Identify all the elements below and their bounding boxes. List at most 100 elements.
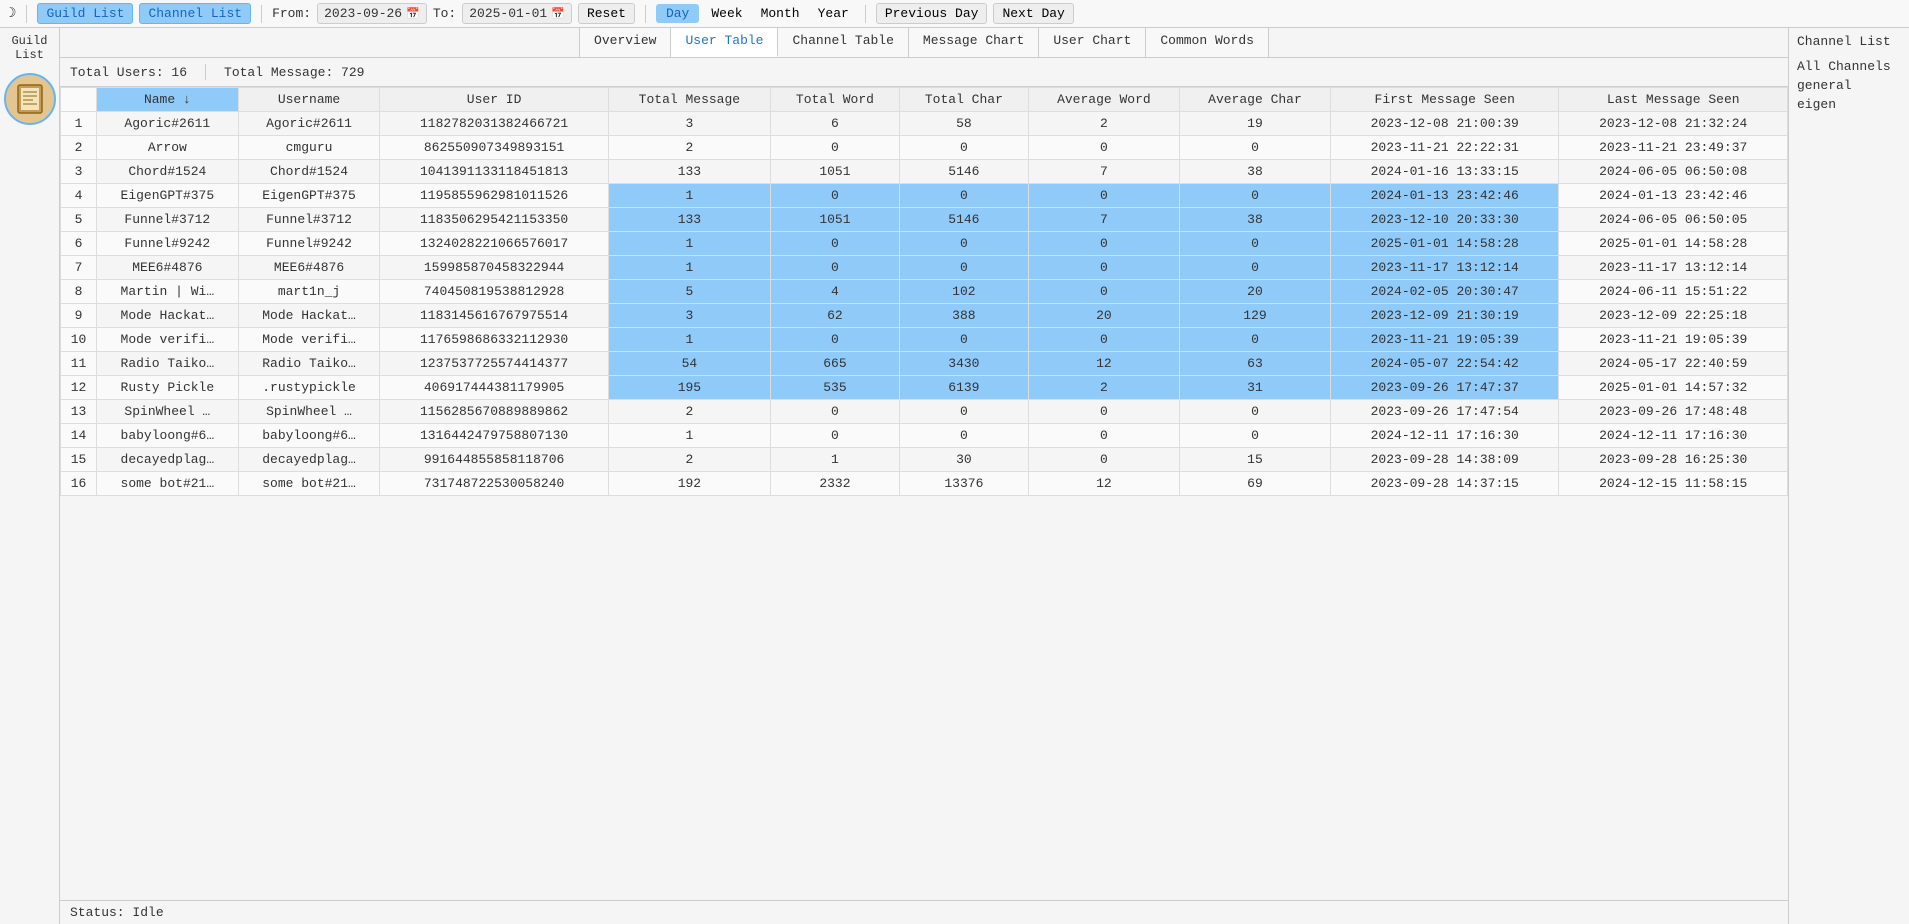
- cell-first-seen: 2025-01-01 14:58:28: [1331, 232, 1559, 256]
- cell-avg-word: 0: [1028, 256, 1179, 280]
- cell-total-word: 1051: [770, 160, 899, 184]
- cell-total-char: 0: [899, 256, 1028, 280]
- table-row[interactable]: 6Funnel#9242Funnel#924213240282210665760…: [61, 232, 1788, 256]
- guild-list-button[interactable]: Guild List: [37, 3, 133, 24]
- week-button[interactable]: Week: [705, 4, 748, 23]
- from-date-input[interactable]: 2023-09-26📅: [317, 3, 427, 24]
- col-first-seen[interactable]: First Message Seen: [1331, 88, 1559, 112]
- reset-button[interactable]: Reset: [578, 3, 635, 24]
- cell-total-char: 0: [899, 136, 1028, 160]
- next-day-button[interactable]: Next Day: [993, 3, 1073, 24]
- cell-total-word: 6: [770, 112, 899, 136]
- cell-user-id: 1182782031382466721: [380, 112, 608, 136]
- tabs-row: Overview User Table Channel Table Messag…: [60, 28, 1788, 58]
- cell-total-message: 195: [608, 376, 770, 400]
- cell-name: Mode Hackat…: [97, 304, 239, 328]
- col-total-word[interactable]: Total Word: [770, 88, 899, 112]
- cell-name: babyloong#6…: [97, 424, 239, 448]
- table-row[interactable]: 1Agoric#2611Agoric#261111827820313824667…: [61, 112, 1788, 136]
- cell-total-char: 30: [899, 448, 1028, 472]
- channel-sidebar: Channel List All Channelsgeneraleigen: [1789, 28, 1909, 924]
- table-row[interactable]: 8Martin | Wi…mart1n_j7404508195388129285…: [61, 280, 1788, 304]
- cell-first-seen: 2023-09-26 17:47:37: [1331, 376, 1559, 400]
- table-row[interactable]: 3Chord#1524Chord#15241041391133118451813…: [61, 160, 1788, 184]
- table-row[interactable]: 5Funnel#3712Funnel#371211835062954211533…: [61, 208, 1788, 232]
- cell-first-seen: 2023-12-08 21:00:39: [1331, 112, 1559, 136]
- cell-total-message: 133: [608, 208, 770, 232]
- table-row[interactable]: 4EigenGPT#375EigenGPT#375119585596298101…: [61, 184, 1788, 208]
- cell-last-seen: 2023-11-17 13:12:14: [1559, 256, 1788, 280]
- tab-message-chart[interactable]: Message Chart: [909, 28, 1039, 57]
- table-row[interactable]: 16some bot#21…some bot#21…73174872253005…: [61, 472, 1788, 496]
- user-table[interactable]: Name ↓ Username User ID Total Message To…: [60, 87, 1788, 900]
- tab-user-chart[interactable]: User Chart: [1039, 28, 1146, 57]
- cell-last-seen: 2024-12-15 11:58:15: [1559, 472, 1788, 496]
- cell-name: Funnel#3712: [97, 208, 239, 232]
- channel-item[interactable]: All Channels: [1797, 57, 1901, 76]
- table-row[interactable]: 7MEE6#4876MEE6#4876159985870458322944100…: [61, 256, 1788, 280]
- cell-user-id: 862550907349893151: [380, 136, 608, 160]
- cell-avg-char: 31: [1179, 376, 1330, 400]
- cell-username: mart1n_j: [238, 280, 380, 304]
- day-button[interactable]: Day: [656, 4, 699, 23]
- cell-total-word: 2332: [770, 472, 899, 496]
- col-user-id[interactable]: User ID: [380, 88, 608, 112]
- row-number: 3: [61, 160, 97, 184]
- table-row[interactable]: 9Mode Hackat…Mode Hackat…118314561676797…: [61, 304, 1788, 328]
- cell-user-id: 406917444381179905: [380, 376, 608, 400]
- cell-total-char: 6139: [899, 376, 1028, 400]
- cell-name: some bot#21…: [97, 472, 239, 496]
- cell-total-message: 5: [608, 280, 770, 304]
- to-date-input[interactable]: 2025-01-01📅: [462, 3, 572, 24]
- tab-overview[interactable]: Overview: [579, 28, 671, 57]
- cell-total-char: 3430: [899, 352, 1028, 376]
- col-last-seen[interactable]: Last Message Seen: [1559, 88, 1788, 112]
- cell-avg-char: 0: [1179, 136, 1330, 160]
- col-name[interactable]: Name ↓: [97, 88, 239, 112]
- col-rownum[interactable]: [61, 88, 97, 112]
- theme-toggle-icon[interactable]: ☽: [8, 5, 16, 22]
- cell-total-char: 0: [899, 400, 1028, 424]
- row-number: 9: [61, 304, 97, 328]
- cell-avg-char: 20: [1179, 280, 1330, 304]
- tab-channel-table[interactable]: Channel Table: [778, 28, 908, 57]
- year-button[interactable]: Year: [812, 4, 855, 23]
- month-button[interactable]: Month: [755, 4, 806, 23]
- cell-name: EigenGPT#375: [97, 184, 239, 208]
- table-row[interactable]: 14babyloong#6…babyloong#6…13164424797588…: [61, 424, 1788, 448]
- col-avg-word[interactable]: Average Word: [1028, 88, 1179, 112]
- cell-first-seen: 2023-09-28 14:38:09: [1331, 448, 1559, 472]
- cell-name: Arrow: [97, 136, 239, 160]
- cell-avg-char: 129: [1179, 304, 1330, 328]
- col-total-char[interactable]: Total Char: [899, 88, 1028, 112]
- cell-user-id: 991644855858118706: [380, 448, 608, 472]
- col-total-message[interactable]: Total Message: [608, 88, 770, 112]
- table-row[interactable]: 15decayedplag…decayedplag…99164485585811…: [61, 448, 1788, 472]
- channel-list-button[interactable]: Channel List: [139, 3, 251, 24]
- table-row[interactable]: 2Arrowcmguru862550907349893151200002023-…: [61, 136, 1788, 160]
- table-row[interactable]: 11Radio Taiko…Radio Taiko…12375377255744…: [61, 352, 1788, 376]
- cell-avg-word: 0: [1028, 424, 1179, 448]
- channel-item[interactable]: general: [1797, 76, 1901, 95]
- cell-username: cmguru: [238, 136, 380, 160]
- table-row[interactable]: 10Mode verifi…Mode verifi…11765986863321…: [61, 328, 1788, 352]
- cell-total-message: 1: [608, 256, 770, 280]
- cell-total-word: 1051: [770, 208, 899, 232]
- cell-user-id: 159985870458322944: [380, 256, 608, 280]
- col-username[interactable]: Username: [238, 88, 380, 112]
- table-row[interactable]: 13SpinWheel …SpinWheel …1156285670889889…: [61, 400, 1788, 424]
- cell-last-seen: 2024-05-17 22:40:59: [1559, 352, 1788, 376]
- cell-username: Funnel#9242: [238, 232, 380, 256]
- guild-sidebar: Guild List: [0, 28, 60, 924]
- guild-icon[interactable]: [4, 73, 56, 125]
- cell-total-word: 535: [770, 376, 899, 400]
- channel-item[interactable]: eigen: [1797, 95, 1901, 114]
- cell-username: .rustypickle: [238, 376, 380, 400]
- cell-last-seen: 2023-11-21 19:05:39: [1559, 328, 1788, 352]
- cell-total-char: 0: [899, 232, 1028, 256]
- tab-common-words[interactable]: Common Words: [1146, 28, 1269, 57]
- tab-user-table[interactable]: User Table: [671, 28, 778, 57]
- previous-day-button[interactable]: Previous Day: [876, 3, 988, 24]
- col-avg-char[interactable]: Average Char: [1179, 88, 1330, 112]
- table-row[interactable]: 12Rusty Pickle.rustypickle40691744438117…: [61, 376, 1788, 400]
